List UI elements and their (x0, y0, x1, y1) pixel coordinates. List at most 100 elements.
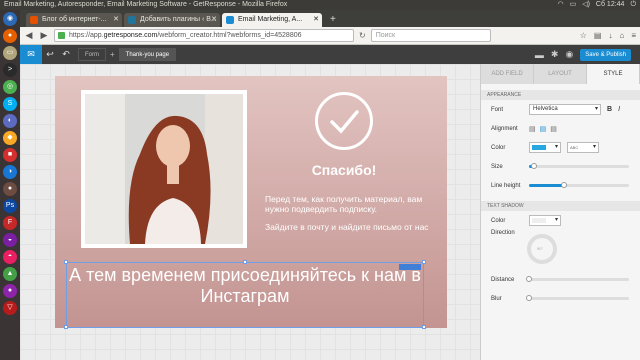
menu-icon[interactable]: ≡ (631, 31, 636, 40)
tab-style[interactable]: STYLE (587, 64, 640, 84)
blur-label: Blur (491, 295, 502, 302)
editor-canvas: Спасибо! Перед тем, как получить материа… (20, 64, 480, 360)
close-tab-icon[interactable]: ✕ (313, 13, 319, 27)
selected-text-block[interactable]: А тем временем присоединяйтесь к нам в И… (66, 262, 424, 328)
toolbar-icons: ☆ ▤ ↓ ⌂ ≡ (580, 31, 636, 40)
settings-gear-icon[interactable]: ✱ (551, 49, 559, 60)
app-icon[interactable]: ● (3, 182, 17, 196)
save-publish-button[interactable]: Save & Publish (580, 48, 631, 61)
resize-handle[interactable] (64, 260, 68, 264)
app-icon[interactable]: ◑ (3, 165, 17, 179)
app-icon[interactable]: ■ (3, 148, 17, 162)
app-icon[interactable]: Ps (3, 199, 17, 213)
forward-icon[interactable]: ▶ (39, 30, 49, 41)
clock[interactable]: Сб 12:44 (596, 0, 625, 10)
tab-add-field[interactable]: ADD FIELD (481, 64, 534, 84)
resize-handle[interactable] (422, 260, 426, 264)
app-icon[interactable]: ▲ (3, 267, 17, 281)
terminal-icon[interactable]: > (3, 63, 17, 77)
favicon-icon (128, 16, 136, 24)
download-icon[interactable]: ↓ (608, 31, 612, 40)
skype-icon[interactable]: S (3, 97, 17, 111)
thank-you-form[interactable]: Спасибо! Перед тем, как получить материа… (55, 76, 447, 329)
block-toolbar[interactable] (399, 264, 421, 270)
browser-tab[interactable]: Добавить плагины ‹ В... ✕ (124, 13, 220, 27)
background-color-picker[interactable]: ABC (567, 142, 599, 153)
app-icon[interactable]: F (3, 216, 17, 230)
navigation-bar: ◀ ▶ https://app.getresponse.com/webform_… (20, 27, 640, 45)
italic-button[interactable]: I (618, 106, 620, 113)
line-height-row: Line height (481, 176, 640, 195)
align-right-icon[interactable]: ▤ (550, 125, 557, 133)
wifi-icon[interactable]: ◠ (557, 0, 563, 10)
resize-handle[interactable] (422, 325, 426, 329)
url-input[interactable]: https://app.getresponse.com/webform_crea… (54, 29, 354, 42)
launcher: ◉ ● ▭ > ◎ S ◐ ◆ ■ ◑ ● Ps F ◒ ◓ ▲ ● ▽ (0, 10, 20, 360)
thanks-heading[interactable]: Спасибо! (275, 162, 413, 178)
checkmark-icon (315, 92, 373, 150)
browser-tab[interactable]: Блог об интернет-... ✕ (26, 13, 122, 27)
tab-layout[interactable]: LAYOUT (534, 64, 587, 84)
size-slider[interactable] (529, 163, 629, 169)
library-icon[interactable]: ▤ (594, 31, 602, 40)
font-select[interactable]: Helvetica (529, 104, 601, 115)
new-tab-button[interactable]: + (324, 13, 342, 27)
appearance-header[interactable]: APPEARANCE (481, 90, 640, 100)
shadow-color-label: Color (491, 217, 506, 224)
font-row: Font Helvetica B I (481, 100, 640, 119)
confirmation-text[interactable]: Перед тем, как получить материал, вам ну… (265, 194, 435, 240)
blur-row: Blur (481, 289, 640, 308)
back-arrow-icon[interactable]: ↩ (42, 49, 58, 60)
app-icon[interactable]: ◐ (3, 114, 17, 128)
app-icon[interactable]: ◓ (3, 250, 17, 264)
browser-tab-active[interactable]: Email Marketing, A... ✕ (222, 13, 322, 27)
bold-button[interactable]: B (607, 106, 612, 113)
resize-handle[interactable] (243, 260, 247, 264)
style-panel: ADD FIELD LAYOUT STYLE APPEARANCE Font H… (480, 64, 640, 360)
instagram-cta-text[interactable]: А тем временем присоединяйтесь к нам в И… (67, 263, 423, 307)
desktop-preview-icon[interactable]: ▬ (535, 50, 544, 60)
app-icon[interactable]: ● (3, 284, 17, 298)
shadow-color-row: Color (481, 211, 640, 230)
firefox-icon[interactable]: ● (3, 29, 17, 43)
shadow-color-picker[interactable] (529, 215, 561, 226)
color-swatch (532, 145, 546, 150)
add-page-button[interactable]: + (110, 50, 115, 59)
getresponse-logo-icon[interactable]: ✉ (20, 45, 42, 64)
font-label: Font (491, 106, 504, 113)
tab-form[interactable]: Form (78, 48, 106, 61)
undo-icon[interactable]: ↶ (58, 49, 74, 60)
size-row: Size (481, 157, 640, 176)
close-tab-icon[interactable]: ✕ (113, 13, 119, 27)
trash-icon[interactable]: ▽ (3, 301, 17, 315)
battery-icon[interactable]: ▭ (570, 0, 577, 10)
power-icon[interactable]: ⏻ (630, 0, 636, 10)
text-shadow-header[interactable]: TEXT SHADOW (481, 201, 640, 211)
close-tab-icon[interactable]: ✕ (211, 13, 217, 27)
align-left-icon[interactable]: ▤ (529, 125, 536, 133)
resize-handle[interactable] (64, 325, 68, 329)
app-icon[interactable]: ◆ (3, 131, 17, 145)
line-height-slider[interactable] (529, 182, 629, 188)
tab-thank-you-page[interactable]: Thank-you page (118, 48, 177, 61)
ubuntu-icon[interactable]: ◉ (3, 12, 17, 26)
home-icon[interactable]: ⌂ (619, 31, 624, 40)
reload-icon[interactable]: ↻ (359, 31, 366, 40)
blur-slider[interactable] (526, 295, 629, 301)
bookmark-icon[interactable]: ☆ (580, 31, 587, 40)
photo-image[interactable] (81, 90, 247, 248)
volume-icon[interactable]: ◁) (582, 0, 590, 10)
distance-slider[interactable] (526, 276, 629, 282)
direction-dial[interactable]: 90° (527, 234, 557, 264)
window-title: Email Marketing, Autoresponder, Email Ma… (4, 1, 288, 8)
text-color-picker[interactable] (529, 142, 561, 153)
files-icon[interactable]: ▭ (3, 46, 17, 60)
line-height-label: Line height (491, 182, 521, 189)
distance-label: Distance (491, 276, 515, 283)
search-input[interactable]: Поиск (370, 29, 491, 42)
preview-eye-icon[interactable]: ◉ (565, 49, 573, 60)
chrome-icon[interactable]: ◎ (3, 80, 17, 94)
app-icon[interactable]: ◒ (3, 233, 17, 247)
back-icon[interactable]: ◀ (24, 30, 34, 41)
align-center-icon[interactable]: ▤ (540, 125, 547, 133)
